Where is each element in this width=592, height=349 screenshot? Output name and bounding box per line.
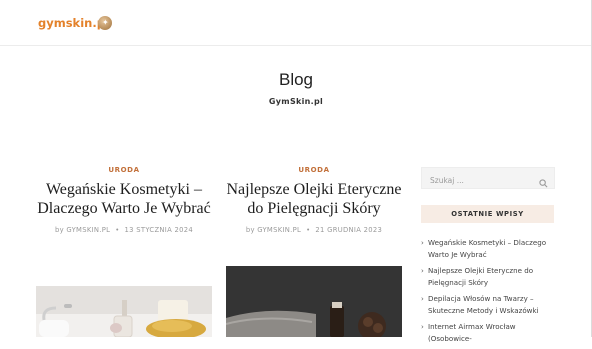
site-header: gymskin.pl ✦ [0, 0, 592, 46]
page-subtitle: GymSkin.pl [268, 97, 324, 106]
post-author-link[interactable]: by GYMSKIN.PL [55, 226, 110, 234]
post-meta: by GYMSKIN.PL • 13 STYCZNIA 2024 [36, 226, 212, 234]
post-card: URODA Najlepsze Olejki Eteryczne do Piel… [226, 166, 402, 234]
chevron-right-icon: › [421, 267, 424, 275]
post-category-link[interactable]: URODA [36, 166, 212, 174]
post-date: 13 STYCZNIA 2024 [124, 226, 194, 234]
search-input[interactable] [422, 170, 538, 191]
recent-post-link[interactable]: › Najlepsze Olejki Eteryczne do Pielęgnac… [421, 265, 555, 289]
post-author-link[interactable]: by GYMSKIN.PL [246, 226, 301, 234]
page-title: Blog [278, 70, 314, 89]
meta-separator: • [306, 226, 311, 234]
essential-oils-image [226, 266, 402, 337]
chevron-right-icon: › [421, 295, 424, 303]
post-date: 21 GRUDNIA 2023 [315, 226, 383, 234]
recent-post-link[interactable]: › Wegańskie Kosmetyki – Dlaczego Warto Je… [421, 237, 555, 261]
bath-products-image [36, 286, 212, 337]
recent-post-title[interactable]: Wegańskie Kosmetyki – Dlaczego Warto Je … [428, 238, 546, 259]
search-box [421, 167, 555, 192]
recent-post-link[interactable]: › Internet Airmax Wrocław (Osobowice- [421, 321, 555, 345]
post-card: URODA Wegańskie Kosmetyki – Dlaczego War… [36, 166, 212, 234]
recent-post-title[interactable]: Najlepsze Olejki Eteryczne do Pielęgnacj… [428, 266, 533, 287]
logo-badge-icon[interactable]: ✦ [98, 16, 112, 30]
meta-separator: • [115, 226, 120, 234]
recent-posts-heading: OSTATNIE WPISY [421, 205, 554, 223]
post-title-link[interactable]: Wegańskie Kosmetyki – Dlaczego Warto Je … [36, 180, 212, 218]
chevron-right-icon: › [421, 323, 424, 331]
post-thumbnail[interactable] [226, 266, 402, 337]
post-category-link[interactable]: URODA [226, 166, 402, 174]
chevron-right-icon: › [421, 239, 424, 247]
post-thumbnail[interactable] [36, 286, 212, 337]
recent-post-link[interactable]: › Depilacja Włosów na Twarzy – Skuteczne … [421, 293, 555, 317]
search-icon[interactable] [539, 173, 548, 192]
recent-post-title[interactable]: Internet Airmax Wrocław (Osobowice- [428, 322, 516, 343]
post-title-link[interactable]: Najlepsze Olejki Eteryczne do Pielęgnacj… [226, 180, 402, 218]
recent-post-title[interactable]: Depilacja Włosów na Twarzy – Skuteczne M… [428, 294, 539, 315]
recent-posts-list: › Wegańskie Kosmetyki – Dlaczego Warto Je… [421, 237, 555, 349]
post-meta: by GYMSKIN.PL • 21 GRUDNIA 2023 [226, 226, 402, 234]
